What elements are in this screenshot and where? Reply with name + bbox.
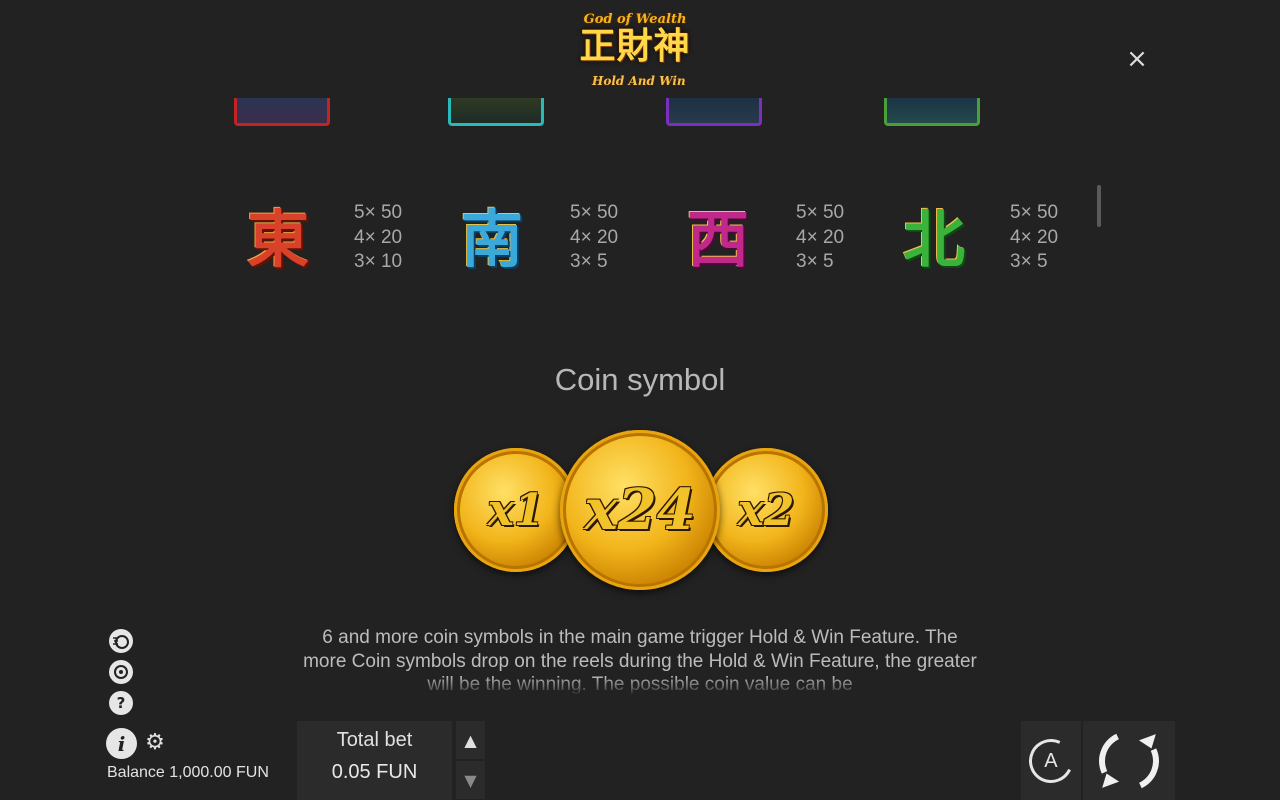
pay-line: 3× 5: [570, 251, 608, 272]
south-symbol-icon: 南: [460, 203, 523, 276]
info-icon[interactable]: i: [106, 728, 137, 759]
total-bet-panel: Total bet 0.05 FUN: [297, 721, 452, 800]
bet-decrease-button[interactable]: ▼: [456, 761, 485, 799]
pay-line: 5× 50: [354, 202, 403, 223]
close-icon[interactable]: ×: [1124, 46, 1150, 72]
description-fade: [300, 676, 980, 696]
coin-icon: x2: [704, 448, 828, 572]
pay-line: 5× 50: [570, 202, 619, 223]
pay-line: 5× 50: [796, 202, 845, 223]
east-symbol-icon: 東: [246, 203, 309, 276]
pay-line: 4× 20: [354, 226, 403, 248]
pay-line: 4× 20: [1010, 226, 1059, 248]
pay-line: 3× 5: [796, 251, 834, 272]
symbol-frame-red: [234, 98, 330, 126]
pay-line: 4× 20: [570, 226, 619, 248]
north-paytable: 5× 50 4× 20 3× 5: [1010, 201, 1058, 275]
autoplay-icon: A: [1022, 732, 1080, 789]
bet-increase-button[interactable]: ▲: [456, 721, 485, 759]
coin-icon: x24: [560, 430, 720, 590]
spin-button[interactable]: [1083, 721, 1175, 800]
symbol-frame-green: [884, 98, 980, 126]
balance-text: Balance 1,000.00 FUN: [107, 764, 269, 781]
symbol-frame-purple: [666, 98, 762, 126]
gear-icon[interactable]: ⚙: [143, 731, 167, 755]
symbol-frame-teal: [448, 98, 544, 126]
pay-line: 3× 10: [354, 251, 403, 272]
sound-icon[interactable]: [109, 660, 133, 684]
game-logo: God of Wealth 正財神 Hold And Win: [560, 12, 710, 98]
east-paytable: 5× 50 4× 20 3× 10: [354, 201, 402, 275]
bet-history-icon[interactable]: [109, 629, 133, 653]
help-icon[interactable]: ?: [109, 691, 133, 715]
autoplay-label: A: [1044, 749, 1058, 771]
coin-symbols-image: x1 x2 x24: [450, 428, 830, 596]
south-paytable: 5× 50 4× 20 3× 5: [570, 201, 618, 275]
total-bet-value: 0.05 FUN: [331, 761, 418, 783]
north-symbol-icon: 北: [902, 203, 965, 276]
pay-line: 5× 50: [1010, 202, 1059, 223]
total-bet-label: Total bet: [336, 729, 413, 751]
west-paytable: 5× 50 4× 20 3× 5: [796, 201, 844, 275]
west-symbol-icon: 西: [686, 203, 749, 276]
spin-icon: [1090, 722, 1168, 799]
logo-subtitle-text: Hold And Win: [592, 74, 686, 88]
pay-line: 4× 20: [796, 226, 845, 248]
autoplay-button[interactable]: A: [1021, 721, 1081, 800]
coin-section-title: Coin symbol: [554, 362, 726, 397]
pay-line: 3× 5: [1010, 251, 1048, 272]
scrollbar[interactable]: [1097, 185, 1101, 227]
logo-chinese-text: 正財神: [579, 25, 691, 67]
